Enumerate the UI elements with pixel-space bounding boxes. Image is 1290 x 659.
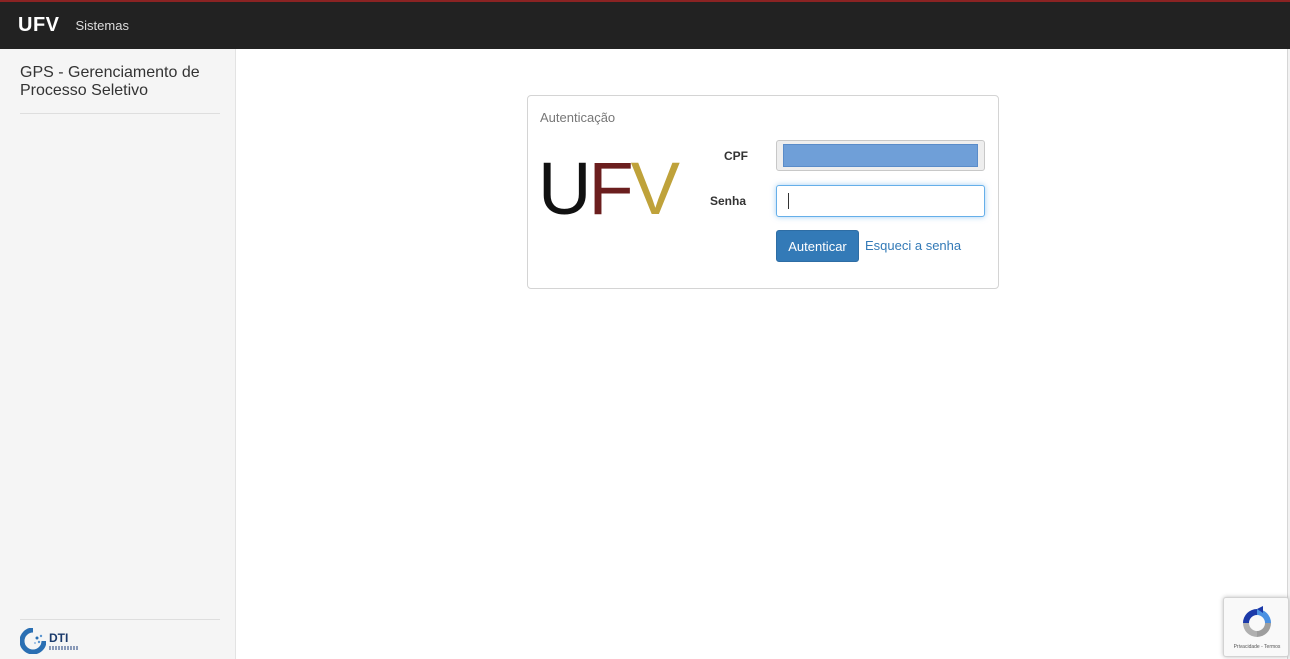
dti-logo-subtitle (49, 646, 79, 650)
ufv-logo-v: V (630, 147, 680, 230)
top-navbar: UFV Sistemas (0, 0, 1290, 49)
senha-label: Senha (710, 194, 747, 208)
forgot-password-link[interactable]: Esqueci a senha (865, 238, 961, 253)
sidebar: GPS - Gerenciamento de Processo Seletivo… (0, 49, 236, 659)
sidebar-divider (20, 113, 220, 114)
brand-logo[interactable]: UFV (18, 14, 60, 37)
dti-logo: DTI (20, 627, 84, 655)
recaptcha-footer-text[interactable]: Privacidade - Termos (1224, 644, 1290, 650)
cpf-label: CPF (724, 149, 748, 163)
recaptcha-icon (1243, 606, 1271, 637)
ufv-logo: UFV (538, 152, 680, 226)
ufv-logo-f: F (588, 147, 633, 230)
dti-logo-label: DTI (49, 631, 69, 645)
recaptcha-badge[interactable]: Privacidade - Termos (1223, 597, 1289, 657)
autenticar-button[interactable]: Autenticar (776, 230, 859, 262)
nav-link-sistemas[interactable]: Sistemas (76, 18, 129, 33)
dti-logo-icon (20, 628, 46, 654)
sidebar-app-title: GPS - Gerenciamento de Processo Seletivo (20, 64, 200, 99)
text-caret (788, 193, 789, 209)
cpf-input[interactable] (776, 140, 985, 171)
cpf-autofill-highlight (783, 144, 978, 167)
senha-input[interactable] (776, 185, 985, 217)
sidebar-footer-divider (20, 619, 220, 620)
ufv-logo-u: U (538, 147, 591, 230)
panel-title: Autenticação (540, 110, 616, 125)
login-panel: Autenticação UFV CPF Senha Autenticar Es… (527, 95, 999, 289)
